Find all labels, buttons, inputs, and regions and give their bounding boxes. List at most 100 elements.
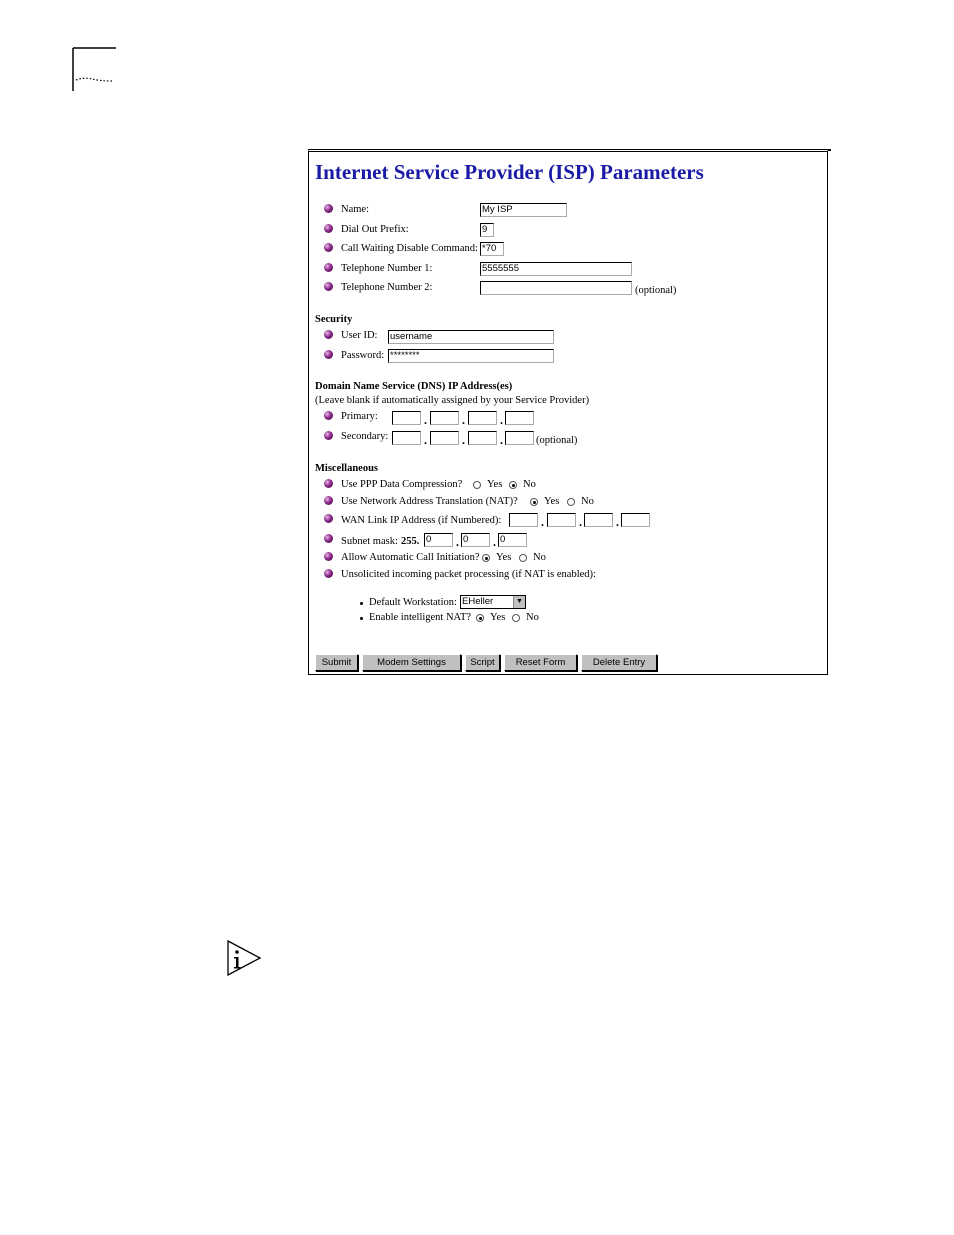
dial-out-prefix-label: Dial Out Prefix: [341,224,409,235]
dns-primary-octet-3[interactable] [468,411,497,425]
bullet-icon [324,350,333,359]
default-workstation-value: EHeller [462,596,494,607]
misc-heading: Miscellaneous [315,463,378,474]
page-corner-mark [72,47,116,91]
auto-call-no-label: No [533,552,546,563]
subnet-octet-3[interactable]: 0 [461,533,490,547]
intelligent-nat-no-radio[interactable] [512,614,520,622]
dns-primary-octet-1[interactable] [392,411,421,425]
wan-ip-octet-2[interactable] [547,513,576,527]
call-waiting-label: Call Waiting Disable Command: [341,243,478,254]
bullet-icon [324,411,333,420]
security-heading: Security [315,314,353,325]
page-title: Internet Service Provider (ISP) Paramete… [315,160,704,184]
telephone-1-label: Telephone Number 1: [341,263,433,274]
intelligent-nat-no-label: No [526,612,539,623]
script-button[interactable]: Script [465,654,500,671]
telephone-2-optional-note: (optional) [635,285,677,296]
dns-subheading: (Leave blank if automatically assigned b… [315,395,590,406]
small-bullet-icon [360,617,363,620]
chevron-down-icon[interactable]: ▼ [513,596,525,608]
dns-secondary-label: Secondary: [341,431,389,442]
ip-separator: . [424,413,427,427]
ip-separator: . [424,433,427,447]
subnet-octet-4[interactable]: 0 [498,533,527,547]
bullet-icon [324,263,333,272]
name-label: Name: [341,204,369,215]
default-workstation-label: Default Workstation: [369,597,457,608]
ip-separator: . [500,413,503,427]
user-id-field[interactable]: username [388,330,554,344]
bullet-icon [324,282,333,291]
info-icon [227,940,261,976]
auto-call-yes-label: Yes [496,552,512,563]
ppp-compression-yes-radio[interactable] [473,481,481,489]
dns-primary-octet-4[interactable] [505,411,534,425]
nat-no-label: No [581,496,594,507]
auto-call-label: Allow Automatic Call Initiation? [341,552,480,563]
ip-separator: . [462,433,465,447]
dns-heading: Domain Name Service (DNS) IP Address(es) [315,381,513,392]
nat-yes-label: Yes [544,496,560,507]
unsolicited-packet-label: Unsolicited incoming packet processing (… [341,569,596,580]
dns-primary-label: Primary: [341,411,378,422]
telephone-2-field[interactable] [480,281,632,295]
subnet-mask-label: Subnet mask: [341,536,398,547]
bullet-icon [324,569,333,578]
telephone-1-field[interactable]: 5555555 [480,262,632,276]
wan-ip-octet-3[interactable] [584,513,613,527]
bullet-icon [324,243,333,252]
bullet-icon [324,224,333,233]
intelligent-nat-label: Enable intelligent NAT? [369,612,472,623]
bullet-icon [324,204,333,213]
delete-entry-button[interactable]: Delete Entry [581,654,657,671]
modem-settings-button[interactable]: Modem Settings [362,654,461,671]
call-waiting-field[interactable]: *70 [480,242,504,256]
dns-secondary-optional-note: (optional) [536,435,578,446]
isp-parameters-form: Internet Service Provider (ISP) Paramete… [308,149,828,675]
nat-label: Use Network Address Translation (NAT)? [341,496,518,507]
bullet-icon [324,514,333,523]
intelligent-nat-yes-label: Yes [490,612,506,623]
subnet-mask-prefix: 255. [401,536,420,547]
ip-separator: . [541,515,544,529]
intelligent-nat-yes-radio[interactable] [476,614,484,622]
bullet-icon [324,431,333,440]
default-workstation-select[interactable]: EHeller ▼ [460,595,526,609]
dial-out-prefix-field[interactable]: 9 [480,223,494,237]
ip-separator: . [500,433,503,447]
password-label: Password: [341,350,385,361]
auto-call-yes-radio[interactable] [482,554,490,562]
dns-secondary-octet-2[interactable] [430,431,459,445]
user-id-label: User ID: [341,330,378,341]
ppp-compression-yes-label: Yes [487,479,503,490]
wan-link-ip-label: WAN Link IP Address (if Numbered): [341,515,502,526]
bullet-icon [324,330,333,339]
bullet-icon [324,552,333,561]
ppp-compression-label: Use PPP Data Compression? [341,479,463,490]
ip-separator: . [579,515,582,529]
ip-separator: . [493,535,496,549]
wan-ip-octet-1[interactable] [509,513,538,527]
wan-ip-octet-4[interactable] [621,513,650,527]
dns-primary-octet-2[interactable] [430,411,459,425]
nat-no-radio[interactable] [567,498,575,506]
bullet-icon [324,534,333,543]
nat-yes-radio[interactable] [530,498,538,506]
password-field[interactable]: ******** [388,349,554,363]
bullet-icon [324,496,333,505]
name-field[interactable]: My ISP [480,203,567,217]
bullet-icon [324,479,333,488]
subnet-octet-2[interactable]: 0 [424,533,453,547]
submit-button[interactable]: Submit [315,654,358,671]
ip-separator: . [462,413,465,427]
telephone-2-label: Telephone Number 2: [341,282,433,293]
dns-secondary-octet-4[interactable] [505,431,534,445]
ip-separator: . [616,515,619,529]
dns-secondary-octet-1[interactable] [392,431,421,445]
small-bullet-icon [360,602,363,605]
reset-form-button[interactable]: Reset Form [504,654,577,671]
ppp-compression-no-radio[interactable] [509,481,517,489]
auto-call-no-radio[interactable] [519,554,527,562]
dns-secondary-octet-3[interactable] [468,431,497,445]
